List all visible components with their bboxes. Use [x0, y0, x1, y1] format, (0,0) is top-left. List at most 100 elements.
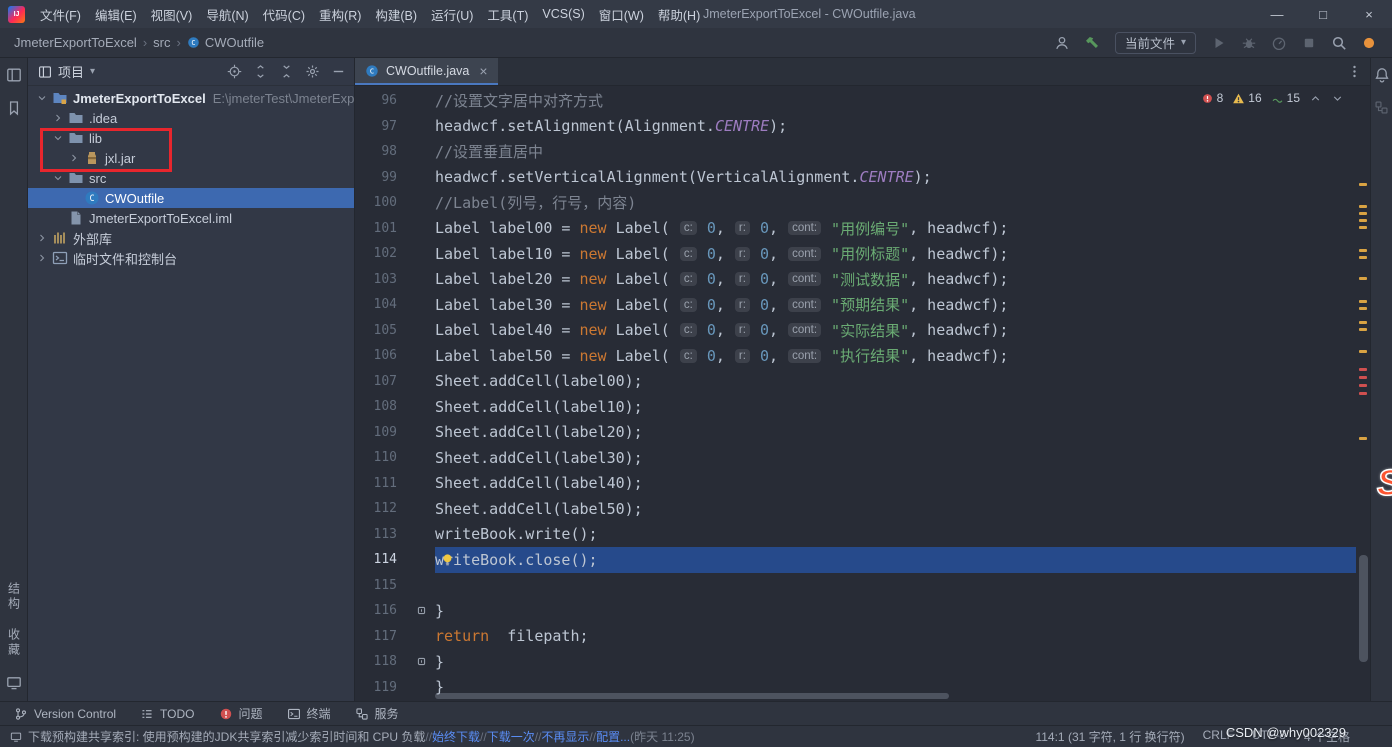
preview-tool-icon[interactable]: [5, 674, 22, 691]
code-line-100[interactable]: 100 //Label(列号，行号，内容): [355, 190, 1356, 216]
search-everywhere-icon[interactable]: [1326, 31, 1352, 55]
menu-item-2[interactable]: 视图(V): [144, 1, 200, 28]
tree-item-7[interactable]: 外部库: [28, 228, 354, 248]
code-line-97[interactable]: 97 headwcf.setAlignment(Alignment. CENTRE…: [355, 114, 1356, 140]
stripe-error-mark[interactable]: [1359, 368, 1367, 372]
error-stripe[interactable]: [1356, 86, 1370, 701]
tool-window-button-2[interactable]: 问题: [219, 705, 263, 722]
line-number[interactable]: 119: [355, 680, 407, 695]
tree-item-4[interactable]: src: [28, 168, 354, 188]
expand-all-icon[interactable]: [253, 64, 268, 79]
horizontal-scrollbar-thumb[interactable]: [435, 693, 949, 699]
stripe-warning-mark[interactable]: [1359, 226, 1367, 230]
menu-item-9[interactable]: VCS(S): [535, 3, 591, 25]
panel-settings-icon[interactable]: [305, 64, 320, 79]
line-number[interactable]: 107: [355, 374, 407, 389]
menu-item-3[interactable]: 导航(N): [199, 1, 255, 28]
breadcrumb-item-2[interactable]: C CWOutfile: [187, 35, 264, 50]
line-number[interactable]: 109: [355, 425, 407, 440]
update-indicator-icon[interactable]: [1356, 31, 1382, 55]
line-number[interactable]: 105: [355, 323, 407, 338]
code-line-107[interactable]: 107 Sheet.addCell(label00);: [355, 369, 1356, 395]
stop-button[interactable]: [1296, 31, 1322, 55]
line-number[interactable]: 116: [355, 603, 407, 618]
code-line-109[interactable]: 109 Sheet.addCell(label20);: [355, 420, 1356, 446]
vertical-scrollbar[interactable]: [1359, 555, 1368, 663]
tool-window-button-3[interactable]: 终端: [287, 705, 331, 722]
chevron-down-icon[interactable]: [50, 132, 66, 144]
line-number[interactable]: 97: [355, 119, 407, 134]
structure-tool-button[interactable]: 结构: [7, 582, 21, 612]
gutter-marker-icon[interactable]: [407, 655, 435, 668]
stripe-error-mark[interactable]: [1359, 392, 1367, 396]
code-line-99[interactable]: 99 headwcf.setVerticalAlignment(Vertical…: [355, 165, 1356, 191]
code-line-114[interactable]: 114 writeBook.close();: [355, 547, 1356, 573]
line-number[interactable]: 111: [355, 476, 407, 491]
close-button[interactable]: ×: [1346, 0, 1392, 28]
menu-item-8[interactable]: 工具(T): [480, 1, 535, 28]
code-line-115[interactable]: 115: [355, 573, 1356, 599]
code-line-117[interactable]: 117 return filepath;: [355, 624, 1356, 650]
build-hammer-icon[interactable]: [1079, 31, 1105, 55]
code-line-110[interactable]: 110 Sheet.addCell(label30);: [355, 445, 1356, 471]
dependencies-tool-icon[interactable]: [1373, 99, 1390, 116]
notifications-bell-icon[interactable]: [1373, 66, 1390, 83]
line-number[interactable]: 103: [355, 272, 407, 287]
code-line-118[interactable]: 118 }: [355, 649, 1356, 675]
bookmarks-tool-icon[interactable]: [5, 99, 22, 116]
menu-item-6[interactable]: 构建(B): [368, 1, 424, 28]
code-line-112[interactable]: 112 Sheet.addCell(label50);: [355, 496, 1356, 522]
menu-item-7[interactable]: 运行(U): [424, 1, 480, 28]
code-line-113[interactable]: 113 writeBook.write();: [355, 522, 1356, 548]
favorites-tool-button[interactable]: 收藏: [7, 628, 21, 658]
status-link-3[interactable]: 配置...: [596, 728, 630, 745]
line-number[interactable]: 112: [355, 501, 407, 516]
tree-item-5[interactable]: C CWOutfile: [28, 188, 354, 208]
stripe-warning-mark[interactable]: [1359, 248, 1367, 252]
horizontal-scrollbar[interactable]: [435, 693, 1352, 699]
line-number[interactable]: 108: [355, 399, 407, 414]
stripe-warning-mark[interactable]: [1359, 218, 1367, 222]
status-right-item-0[interactable]: 114:1 (31 字符, 1 行 换行符): [1035, 728, 1184, 745]
profiler-button[interactable]: [1266, 31, 1292, 55]
status-link-1[interactable]: 下载一次: [487, 728, 535, 745]
stripe-warning-mark[interactable]: [1359, 277, 1367, 281]
status-link-0[interactable]: 始终下载: [432, 728, 480, 745]
menu-item-1[interactable]: 编辑(E): [88, 1, 144, 28]
intention-bulb-icon[interactable]: [440, 552, 455, 567]
code-line-116[interactable]: 116 }: [355, 598, 1356, 624]
chevron-right-icon[interactable]: [50, 112, 66, 124]
minimize-button[interactable]: —: [1254, 0, 1300, 28]
locate-file-icon[interactable]: [227, 64, 242, 79]
breadcrumb-item-1[interactable]: src: [153, 35, 170, 50]
tool-window-button-4[interactable]: 服务: [355, 705, 399, 722]
line-number[interactable]: 99: [355, 170, 407, 185]
line-number[interactable]: 102: [355, 246, 407, 261]
stripe-warning-mark[interactable]: [1359, 183, 1367, 187]
line-number[interactable]: 106: [355, 348, 407, 363]
line-number[interactable]: 115: [355, 578, 407, 593]
line-number[interactable]: 101: [355, 221, 407, 236]
stripe-warning-mark[interactable]: [1359, 437, 1367, 441]
tree-item-0[interactable]: JmeterExportToExcel E:\jmeterTest\JmeterE…: [28, 88, 354, 108]
stripe-warning-mark[interactable]: [1359, 327, 1367, 331]
tool-window-button-0[interactable]: Version Control: [14, 707, 116, 721]
breadcrumb-item-0[interactable]: JmeterExportToExcel: [14, 35, 137, 50]
line-number[interactable]: 100: [355, 195, 407, 210]
chevron-down-icon[interactable]: [34, 92, 50, 104]
menu-item-0[interactable]: 文件(F): [33, 1, 88, 28]
code-line-98[interactable]: 98 //设置垂直居中: [355, 139, 1356, 165]
stripe-warning-mark[interactable]: [1359, 212, 1367, 216]
line-number[interactable]: 118: [355, 654, 407, 669]
line-number[interactable]: 113: [355, 527, 407, 542]
code-line-102[interactable]: 102 Label label10 = new Label( c: 0, r: …: [355, 241, 1356, 267]
stripe-warning-mark[interactable]: [1359, 255, 1367, 259]
chevron-right-icon[interactable]: [66, 152, 82, 164]
code-line-108[interactable]: 108 Sheet.addCell(label10);: [355, 394, 1356, 420]
code-line-105[interactable]: 105 Label label40 = new Label( c: 0, r: …: [355, 318, 1356, 344]
chevron-down-icon[interactable]: [50, 172, 66, 184]
chevron-right-icon[interactable]: [34, 252, 50, 264]
code-line-103[interactable]: 103 Label label20 = new Label( c: 0, r: …: [355, 267, 1356, 293]
code-line-106[interactable]: 106 Label label50 = new Label( c: 0, r: …: [355, 343, 1356, 369]
stripe-error-mark[interactable]: [1359, 384, 1367, 388]
